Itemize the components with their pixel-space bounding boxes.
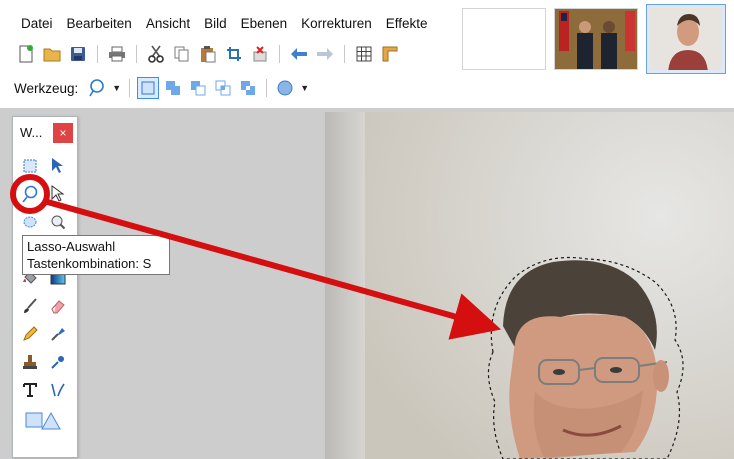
zoom-icon[interactable] xyxy=(47,211,69,233)
portrait-photo-thumbnail xyxy=(650,8,722,70)
portrait-photo xyxy=(365,112,734,459)
menu-korrekturen[interactable]: Korrekturen xyxy=(294,14,379,36)
menu-bearbeiten[interactable]: Bearbeiten xyxy=(60,14,139,36)
image-canvas[interactable] xyxy=(325,112,734,459)
print-icon[interactable] xyxy=(107,44,127,64)
delete-selection-icon[interactable] xyxy=(250,44,270,64)
color-picker-icon[interactable] xyxy=(47,323,69,345)
portrait-photo-tab[interactable] xyxy=(646,4,726,74)
exclude-mode-icon[interactable] xyxy=(188,78,208,98)
menu-bar: Datei Bearbeiten Ansicht Bild Ebenen Kor… xyxy=(14,14,435,36)
save-icon[interactable] xyxy=(68,44,88,64)
open-folder-icon[interactable] xyxy=(42,44,62,64)
image-tabs xyxy=(462,4,726,100)
undo-icon[interactable] xyxy=(289,44,309,64)
redo-icon[interactable] xyxy=(315,44,335,64)
tools-window-title: W... xyxy=(20,125,43,140)
tools-window[interactable]: W... × xyxy=(12,116,78,458)
intersect-mode-icon[interactable] xyxy=(213,78,233,98)
ellipse-select-icon[interactable] xyxy=(19,211,41,233)
tool-label: Werkzeug: xyxy=(14,80,79,96)
toolbar-separator xyxy=(136,45,137,63)
cut-icon[interactable] xyxy=(146,44,166,64)
toolbar-separator xyxy=(279,45,280,63)
flags-photo-thumbnail xyxy=(555,9,637,69)
tooltip-title: Lasso-Auswahl xyxy=(27,239,116,254)
lasso-tool-icon[interactable] xyxy=(87,78,107,98)
workspace xyxy=(0,108,734,459)
menu-effekte[interactable]: Effekte xyxy=(379,14,435,36)
top-bar: Datei Bearbeiten Ansicht Bild Ebenen Kor… xyxy=(0,0,734,108)
tooltip-shortcut: Tastenkombination: S xyxy=(27,256,152,271)
invert-mode-icon[interactable] xyxy=(238,78,258,98)
clone-stamp-icon[interactable] xyxy=(19,351,41,373)
ruler-icon[interactable] xyxy=(380,44,400,64)
shapes-icon[interactable] xyxy=(23,409,63,431)
toolbar-separator xyxy=(129,79,131,97)
menu-ebenen[interactable]: Ebenen xyxy=(234,14,295,36)
menu-ansicht[interactable]: Ansicht xyxy=(139,14,197,36)
grid-icon[interactable] xyxy=(354,44,374,64)
antialias-icon[interactable] xyxy=(275,78,295,98)
menu-datei[interactable]: Datei xyxy=(14,14,60,36)
pencil-icon[interactable] xyxy=(19,323,41,345)
paste-icon[interactable] xyxy=(198,44,218,64)
toolbar-separator xyxy=(266,79,268,97)
menu-bild[interactable]: Bild xyxy=(197,14,234,36)
recolor-icon[interactable] xyxy=(47,351,69,373)
paintbrush-icon[interactable] xyxy=(19,295,41,317)
lasso-select-icon[interactable] xyxy=(19,183,41,205)
toolbar-separator xyxy=(344,45,345,63)
crop-icon[interactable] xyxy=(224,44,244,64)
new-file-icon[interactable] xyxy=(16,44,36,64)
chevron-down-icon[interactable]: ▼ xyxy=(112,83,121,93)
tooltip: Lasso-Auswahl Tastenkombination: S xyxy=(22,235,170,275)
move-selection-icon[interactable] xyxy=(47,155,69,177)
move-selection-2-icon[interactable] xyxy=(47,183,69,205)
tool-options-bar: Werkzeug: ▼ ▼ xyxy=(14,77,309,99)
flags-photo-tab[interactable] xyxy=(554,8,638,70)
line-curve-icon[interactable] xyxy=(47,379,69,401)
eraser-icon[interactable] xyxy=(47,295,69,317)
chevron-down-icon[interactable]: ▼ xyxy=(300,83,309,93)
blank-image-tab[interactable] xyxy=(462,8,546,70)
blank-thumbnail xyxy=(463,9,545,69)
copy-icon[interactable] xyxy=(172,44,192,64)
toolbar-separator xyxy=(97,45,98,63)
main-toolbar xyxy=(16,44,400,64)
close-button[interactable]: × xyxy=(53,123,73,143)
text-icon[interactable] xyxy=(19,379,41,401)
rectangle-select-icon[interactable] xyxy=(19,155,41,177)
union-mode-icon[interactable] xyxy=(163,78,183,98)
replace-mode-icon[interactable] xyxy=(137,77,160,99)
